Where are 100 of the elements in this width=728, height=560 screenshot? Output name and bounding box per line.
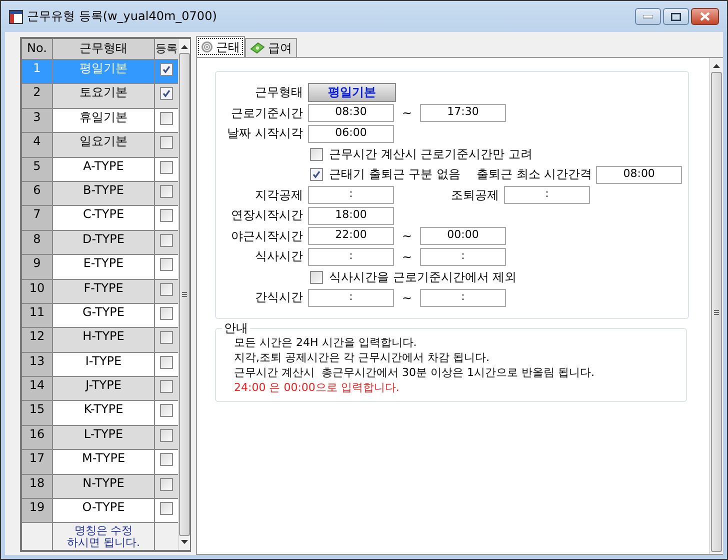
window-title: 근무유형 등록(w_yual40m_0700): [27, 8, 217, 25]
range-separator: ~: [400, 106, 414, 120]
checkbox[interactable]: [160, 87, 173, 100]
column-header[interactable]: No.: [22, 39, 53, 59]
grid-row[interactable]: 9 E-TYPE: [22, 255, 178, 280]
grid-row[interactable]: 14 J-TYPE: [22, 377, 178, 402]
range-separator: ~: [400, 290, 414, 305]
field-label: 야근시작시간: [230, 228, 304, 245]
checkbox[interactable]: [160, 306, 173, 320]
checkbox[interactable]: [160, 404, 173, 418]
checkbox[interactable]: [160, 112, 173, 125]
checkbox[interactable]: [160, 428, 173, 442]
scroll-thumb[interactable]: [711, 72, 722, 552]
close-button[interactable]: [691, 8, 719, 25]
grid-row[interactable]: 13 I-TYPE: [22, 352, 178, 378]
field-label: 조퇴공제: [450, 186, 500, 204]
field-label: 출퇴근 최소 시간간격: [476, 166, 592, 184]
scroll-down-icon: [181, 540, 188, 544]
grid-row[interactable]: 11 G-TYPE: [22, 304, 178, 328]
checkbox[interactable]: [160, 502, 173, 516]
row-number: 6: [22, 182, 53, 206]
minimize-icon: [643, 14, 653, 18]
work-type-button[interactable]: 평일기본: [308, 83, 396, 102]
checkbox[interactable]: [160, 184, 173, 198]
time-field[interactable]: :: [420, 288, 506, 307]
time-field[interactable]: :: [308, 248, 394, 266]
grid-row[interactable]: 8 D-TYPE: [22, 230, 178, 256]
row-number: 7: [22, 206, 53, 230]
checkbox[interactable]: [160, 478, 173, 491]
maximize-button[interactable]: [663, 8, 689, 25]
checkbox[interactable]: [310, 148, 323, 161]
checkbox[interactable]: [160, 453, 173, 466]
checkbox[interactable]: [160, 63, 173, 76]
banknote-icon: [250, 42, 265, 54]
time-field[interactable]: 00:00: [420, 227, 506, 246]
grid-row[interactable]: 10 F-TYPE: [22, 280, 178, 304]
checkbox-label: 식사시간을 근로기준시간에서 제외: [329, 268, 517, 286]
range-separator: ~: [400, 250, 414, 264]
table-cell: H-TYPE: [53, 328, 155, 352]
row-number: 8: [22, 230, 53, 254]
time-field[interactable]: :: [308, 186, 394, 204]
grid-row[interactable]: 5 A-TYPE: [22, 158, 178, 182]
time-field[interactable]: :: [420, 248, 506, 266]
checkbox[interactable]: [160, 331, 173, 344]
minimize-button[interactable]: [635, 8, 661, 25]
checkbox[interactable]: [160, 209, 173, 222]
fingerprint-icon: [201, 41, 213, 53]
row-number: 14: [22, 377, 53, 400]
field-label: 연장시작시간: [230, 207, 304, 224]
time-field[interactable]: :: [308, 288, 394, 307]
checkbox[interactable]: [160, 160, 173, 174]
checkbox[interactable]: [310, 270, 323, 284]
grid-row[interactable]: 4 일요기본: [22, 133, 178, 158]
grid-row[interactable]: 7 C-TYPE: [22, 206, 178, 231]
grid-row[interactable]: 15 K-TYPE: [22, 401, 178, 426]
time-field[interactable]: 17:30: [420, 104, 506, 122]
grid-row[interactable]: 2 토요기본: [22, 84, 178, 109]
time-field[interactable]: :: [504, 186, 590, 204]
checkbox-label: 근무시간 계산시 근로기준시간만 고려: [329, 146, 532, 163]
field-label: 근무형태: [254, 84, 304, 102]
grid-row[interactable]: 18 N-TYPE: [22, 474, 178, 500]
scroll-up-icon: [181, 45, 188, 49]
checkbox[interactable]: [160, 380, 173, 394]
table-cell: [155, 523, 178, 550]
checkbox[interactable]: [160, 258, 173, 272]
grid-row[interactable]: 17 M-TYPE: [22, 450, 178, 475]
time-field[interactable]: 08:30: [308, 104, 394, 122]
tab[interactable]: 근태: [196, 36, 245, 57]
field-label: 근로기준시간: [230, 104, 304, 122]
grid-row[interactable]: 19 O-TYPE: [22, 499, 178, 524]
row-number: 18: [22, 474, 53, 498]
checkbox[interactable]: [310, 168, 323, 182]
row-number: 9: [22, 255, 53, 279]
checkbox[interactable]: [160, 282, 173, 296]
table-cell: F-TYPE: [53, 280, 155, 303]
row-number: 3: [22, 108, 53, 132]
time-field[interactable]: 06:00: [308, 124, 394, 143]
column-header[interactable]: 등록: [155, 39, 178, 59]
table-cell: D-TYPE: [53, 230, 155, 254]
checkbox[interactable]: [160, 136, 173, 150]
row-number: 5: [22, 158, 53, 181]
column-header[interactable]: 근무형태: [53, 39, 155, 59]
grid-row[interactable]: 16 L-TYPE: [22, 426, 178, 450]
scrollbar[interactable]: [709, 58, 723, 554]
field-label: 식사시간: [254, 248, 304, 266]
time-field[interactable]: 08:00: [596, 166, 682, 184]
close-icon: [700, 12, 710, 21]
checkbox[interactable]: [160, 234, 173, 247]
tab[interactable]: 급여: [245, 38, 297, 57]
grid-row[interactable]: 12 H-TYPE: [22, 328, 178, 353]
maximize-icon: [671, 12, 681, 20]
checkbox[interactable]: [160, 356, 173, 369]
table-cell: 토요기본: [53, 84, 155, 108]
table-cell: B-TYPE: [53, 182, 155, 206]
time-field[interactable]: 18:00: [308, 206, 394, 225]
time-field[interactable]: 22:00: [308, 227, 394, 246]
table-cell: 평일기본: [53, 60, 155, 84]
grid-row[interactable]: 6 B-TYPE: [22, 182, 178, 206]
grid-row[interactable]: 3 휴일기본: [22, 108, 178, 134]
field-label: 날짜 시작시각: [226, 125, 304, 142]
